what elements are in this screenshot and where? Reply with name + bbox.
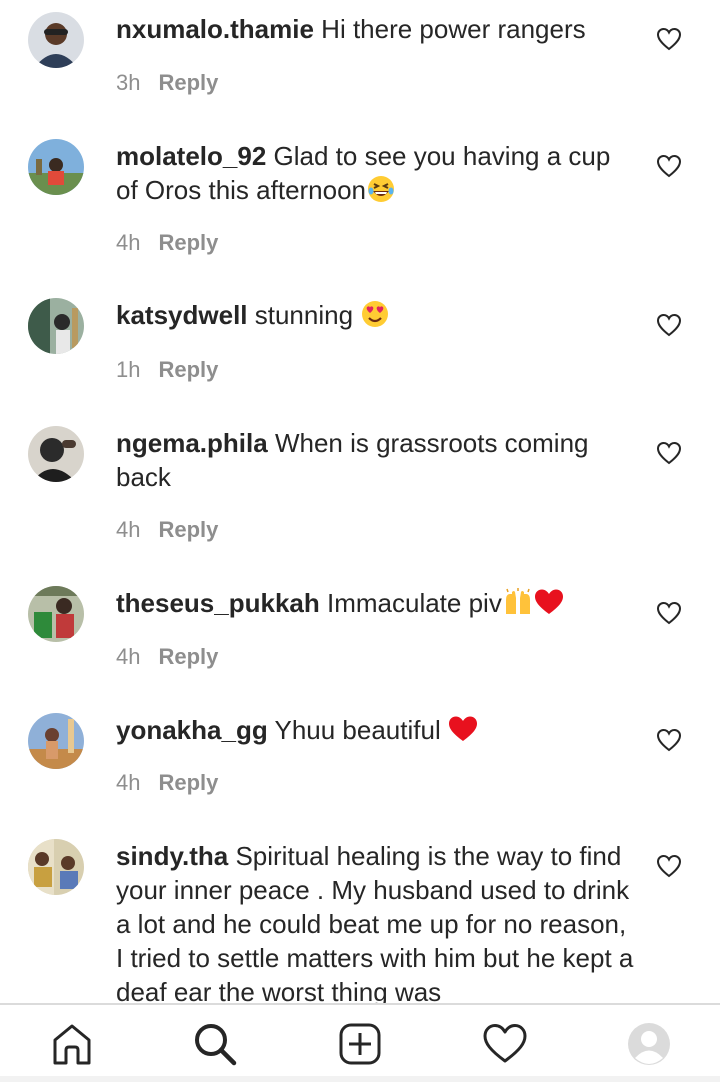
comment-text: molatelo_92 Glad to see you having a cup…	[116, 139, 636, 207]
comment-time: 4h	[116, 644, 141, 669]
reply-button[interactable]: Reply	[158, 357, 218, 382]
new-post-icon[interactable]	[337, 1021, 383, 1067]
comment-text: nxumalo.thamie Hi there power rangers	[116, 12, 636, 46]
avatar[interactable]	[28, 586, 84, 642]
comment-username[interactable]: sindy.tha	[116, 841, 228, 871]
comment-text: theseus_pukkah Immaculate piv	[116, 586, 636, 620]
comment-time: 3h	[116, 70, 141, 95]
reply-button[interactable]: Reply	[158, 644, 218, 669]
system-bar-strip	[0, 1076, 720, 1082]
like-heart-icon[interactable]	[656, 728, 682, 752]
comment-meta: 4h Reply	[116, 516, 218, 544]
comment-meta: 4h Reply	[116, 229, 218, 257]
avatar[interactable]	[28, 713, 84, 769]
comment-body: Hi there power rangers	[321, 14, 586, 44]
activity-heart-icon[interactable]	[482, 1021, 528, 1067]
comment-time: 4h	[116, 770, 141, 795]
reply-button[interactable]: Reply	[158, 770, 218, 795]
comment-username[interactable]: nxumalo.thamie	[116, 14, 314, 44]
comment-meta: 1h Reply	[116, 356, 218, 384]
raising-hands-icon	[505, 588, 530, 614]
home-icon[interactable]	[49, 1021, 95, 1067]
comment-text: ngema.phila When is grassroots coming ba…	[116, 426, 636, 494]
red-heart-icon	[534, 589, 563, 614]
reply-button[interactable]: Reply	[158, 230, 218, 255]
laughing-face-icon	[368, 176, 395, 202]
like-heart-icon[interactable]	[656, 27, 682, 51]
like-heart-icon[interactable]	[656, 601, 682, 625]
comment-meta: 4h Reply	[116, 643, 218, 671]
comment-username[interactable]: ngema.phila	[116, 428, 268, 458]
like-heart-icon[interactable]	[656, 441, 682, 465]
comment-meta: 4h Reply	[116, 769, 218, 797]
red-heart-icon	[448, 716, 477, 741]
avatar[interactable]	[28, 839, 84, 895]
comment-username[interactable]: katsydwell	[116, 300, 248, 330]
profile-avatar-icon[interactable]	[626, 1021, 672, 1067]
comment-time: 4h	[116, 230, 141, 255]
bottom-navigation-bar	[0, 1003, 720, 1086]
comment-body: Yhuu beautiful	[274, 715, 441, 745]
comment-text: sindy.tha Spiritual healing is the way t…	[116, 839, 636, 1003]
heart-eyes-face-icon	[362, 301, 389, 327]
comments-list: nxumalo.thamie Hi there power rangers 3h…	[0, 0, 720, 1003]
comment-time: 4h	[116, 517, 141, 542]
comment-body: Immaculate piv	[326, 588, 502, 618]
avatar[interactable]	[28, 139, 84, 195]
comment-username[interactable]: yonakha_gg	[116, 715, 268, 745]
search-icon[interactable]	[192, 1021, 238, 1067]
avatar[interactable]	[28, 12, 84, 68]
comment-meta: 3h Reply	[116, 69, 218, 97]
reply-button[interactable]: Reply	[158, 70, 218, 95]
reply-button[interactable]: Reply	[158, 517, 218, 542]
comment-text: katsydwell stunning	[116, 298, 636, 332]
like-heart-icon[interactable]	[656, 313, 682, 337]
comment-time: 1h	[116, 357, 141, 382]
comment-body: stunning	[254, 300, 354, 330]
like-heart-icon[interactable]	[656, 154, 682, 178]
like-heart-icon[interactable]	[656, 854, 682, 878]
avatar[interactable]	[28, 298, 84, 354]
comment-text: yonakha_gg Yhuu beautiful	[116, 713, 636, 747]
avatar[interactable]	[28, 426, 84, 482]
comment-username[interactable]: theseus_pukkah	[116, 588, 320, 618]
comment-username[interactable]: molatelo_92	[116, 141, 266, 171]
